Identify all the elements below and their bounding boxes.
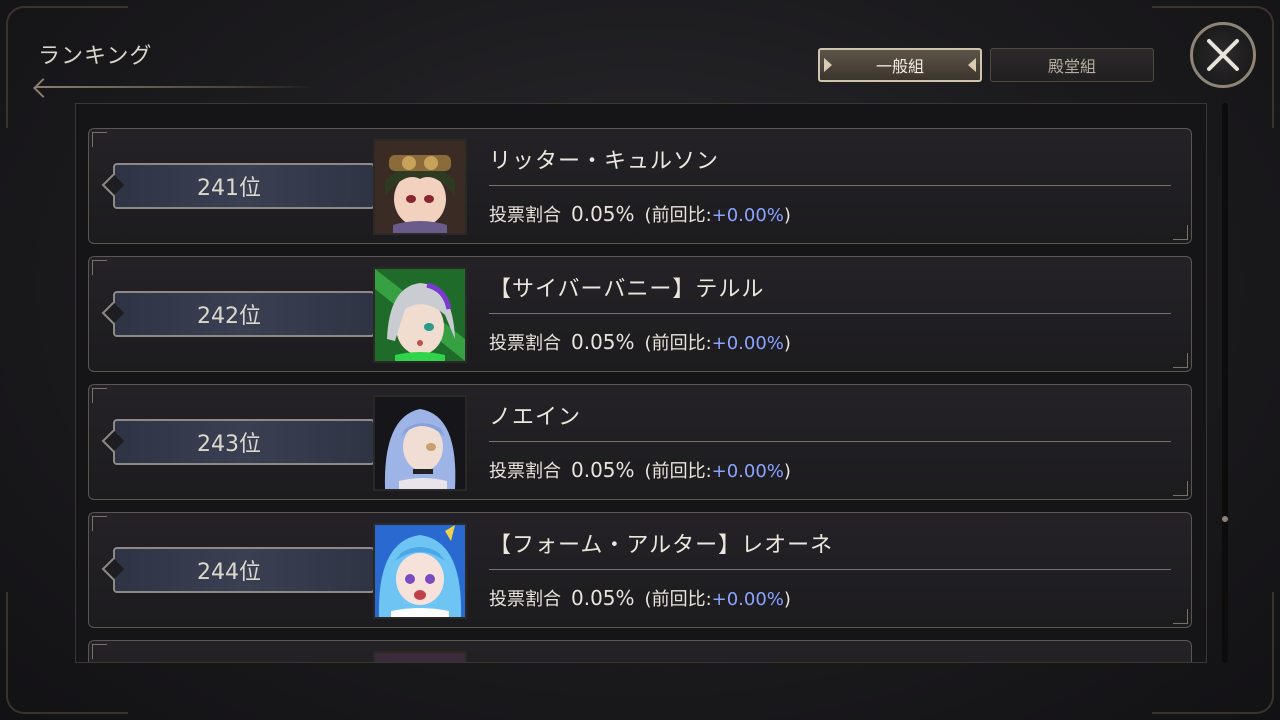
scrollbar-track[interactable] xyxy=(1222,103,1228,663)
ranking-row-partial[interactable] xyxy=(88,640,1192,662)
character-name: 【サイバーバニー】テルル xyxy=(489,277,765,302)
compare-label: (前回比: xyxy=(644,461,712,482)
character-portrait[interactable] xyxy=(373,651,467,662)
tab-hall-of-fame[interactable]: 殿堂組 xyxy=(990,48,1154,82)
divider xyxy=(489,569,1171,570)
vote-stats: 投票割合 0.05% (前回比:+0.00%) xyxy=(489,329,791,355)
scrollbar-thumb[interactable] xyxy=(1222,516,1228,522)
compare-close: ) xyxy=(783,589,791,610)
vote-ratio-label: 投票割合 xyxy=(489,589,561,610)
tab-hall-of-fame-label: 殿堂組 xyxy=(1047,57,1096,76)
rank-plate: 243位 xyxy=(113,419,375,465)
page-title: ランキング xyxy=(38,44,153,69)
rank-label: 243位 xyxy=(197,432,261,457)
compare-delta: +0.00% xyxy=(711,205,784,226)
close-button[interactable] xyxy=(1190,22,1256,88)
rank-plate: 241位 xyxy=(113,163,375,209)
compare-delta: +0.00% xyxy=(711,589,784,610)
character-portrait[interactable] xyxy=(373,139,467,235)
rank-label: 241位 xyxy=(197,176,261,201)
compare-delta: +0.00% xyxy=(711,461,784,482)
ranking-row[interactable]: 241位 リッター・キュルソン 投票割合 0.05% (前回比:+0.00%) xyxy=(88,128,1192,244)
vote-ratio-value: 0.05% xyxy=(571,586,635,610)
character-portrait[interactable] xyxy=(373,395,467,491)
vote-ratio-value: 0.05% xyxy=(571,202,635,226)
compare-label: (前回比: xyxy=(644,333,712,354)
compare-close: ) xyxy=(783,205,791,226)
ranking-row[interactable]: 244位 【フォーム・アルター】レオーネ 投票割合 0.05% (前回比:+0.00… xyxy=(88,512,1192,628)
vote-ratio-label: 投票割合 xyxy=(489,205,561,226)
tab-general[interactable]: 一般組 xyxy=(818,48,982,82)
divider xyxy=(489,185,1171,186)
compare-close: ) xyxy=(783,333,791,354)
compare-delta: +0.00% xyxy=(711,333,784,354)
vote-stats: 投票割合 0.05% (前回比:+0.00%) xyxy=(489,201,791,227)
vote-ratio-label: 投票割合 xyxy=(489,333,561,354)
title-underline xyxy=(36,86,316,88)
close-icon xyxy=(1207,39,1239,71)
vote-ratio-value: 0.05% xyxy=(571,458,635,482)
ranking-list[interactable]: 241位 リッター・キュルソン 投票割合 0.05% (前回比:+0.00%) 24… xyxy=(75,103,1207,663)
rank-label: 242位 xyxy=(197,304,261,329)
rank-plate: 244位 xyxy=(113,547,375,593)
vote-stats: 投票割合 0.05% (前回比:+0.00%) xyxy=(489,457,791,483)
character-name: リッター・キュルソン xyxy=(489,149,720,174)
vote-ratio-value: 0.05% xyxy=(571,330,635,354)
ranking-row[interactable]: 243位 ノエイン 投票割合 0.05% (前回比:+0.00%) xyxy=(88,384,1192,500)
divider xyxy=(489,313,1171,314)
vote-stats: 投票割合 0.05% (前回比:+0.00%) xyxy=(489,585,791,611)
ranking-row[interactable]: 242位 【サイバーバニー】テルル 投票割合 0.05% (前回比:+0.00%) xyxy=(88,256,1192,372)
tab-left-arrow-icon xyxy=(824,58,832,72)
character-name: 【フォーム・アルター】レオーネ xyxy=(489,533,834,558)
rank-label: 244位 xyxy=(197,560,261,585)
rank-plate: 242位 xyxy=(113,291,375,337)
character-portrait[interactable] xyxy=(373,523,467,619)
compare-close: ) xyxy=(783,461,791,482)
tab-right-arrow-icon xyxy=(968,58,976,72)
character-portrait[interactable] xyxy=(373,267,467,363)
vote-ratio-label: 投票割合 xyxy=(489,461,561,482)
character-name: ノエイン xyxy=(489,405,582,430)
tab-general-label: 一般組 xyxy=(875,57,924,76)
compare-label: (前回比: xyxy=(644,205,712,226)
divider xyxy=(489,441,1171,442)
compare-label: (前回比: xyxy=(644,589,712,610)
